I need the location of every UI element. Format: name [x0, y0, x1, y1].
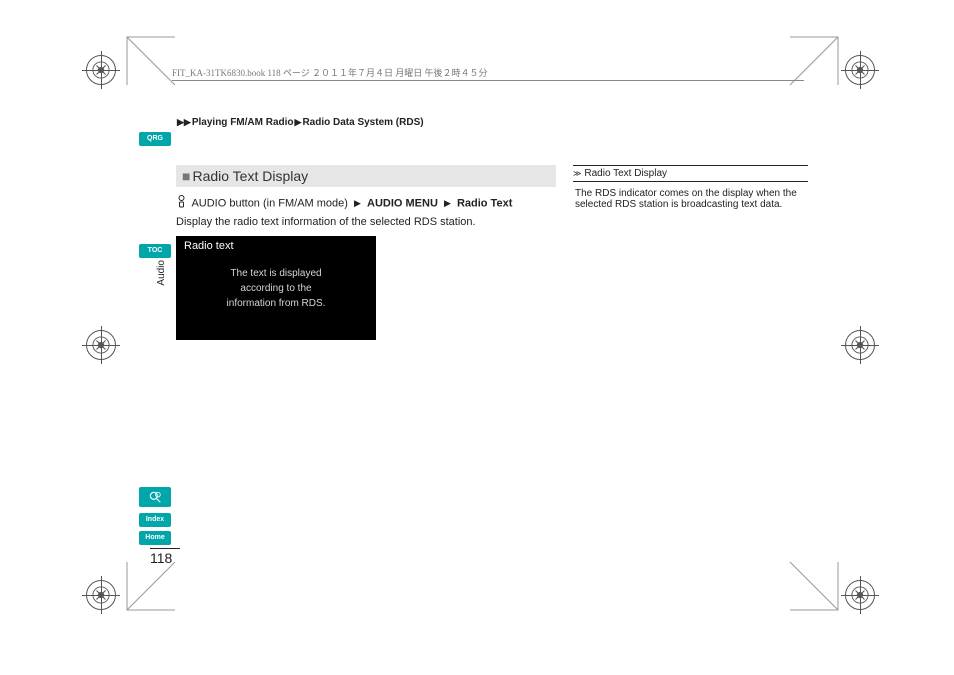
screenshot-body: The text is displayed according to the i… [176, 236, 376, 340]
triangle-icon: ▶ [444, 198, 451, 208]
registration-mark [86, 580, 116, 610]
registration-mark [86, 55, 116, 85]
registration-mark [845, 330, 875, 360]
book-header-strip: FIT_KA-31TK6830.book 118 ページ ２０１１年７月４日 月… [172, 66, 804, 81]
side-tab-home[interactable]: Home [139, 531, 171, 545]
sidebox-title: ≫Radio Text Display [573, 165, 808, 182]
main-content: ■Radio Text Display AUDIO button (in FM/… [176, 165, 556, 340]
registration-mark [845, 55, 875, 85]
side-tab-index[interactable]: Index [139, 513, 171, 527]
crop-mark [125, 560, 177, 612]
manual-page: FIT_KA-31TK6830.book 118 ページ ２０１１年７月４日 月… [0, 0, 954, 675]
step-text: AUDIO button (in FM/AM mode) [191, 197, 348, 209]
page-number: 118 [150, 548, 180, 566]
triangle-icon: ▶ [354, 198, 361, 208]
chevron-icon: ≫ [573, 169, 581, 178]
crop-mark [125, 35, 177, 87]
audio-button-icon [176, 195, 187, 212]
info-sidebox: ≫Radio Text Display The RDS indicator co… [573, 165, 808, 210]
crop-mark [788, 560, 840, 612]
description-text: Display the radio text information of th… [176, 216, 556, 228]
triangle-icon: ▶ [295, 117, 302, 127]
breadcrumb: ▶▶Playing FM/AM Radio▶Radio Data System … [176, 117, 424, 128]
sidebox-title-text: Radio Text Display [584, 168, 667, 179]
device-screenshot: Radio text The text is displayed accordi… [176, 236, 376, 340]
search-icon [148, 490, 162, 504]
square-bullet-icon: ■ [182, 168, 190, 184]
side-tab-toc[interactable]: TOC [139, 244, 171, 258]
breadcrumb-item: Radio Data System (RDS) [302, 117, 423, 128]
step-text-bold: Radio Text [457, 197, 512, 209]
breadcrumb-item: Playing FM/AM Radio [192, 117, 294, 128]
side-tab-search[interactable] [139, 487, 171, 507]
triangle-icon: ▶▶ [177, 117, 191, 127]
step-text-bold: AUDIO MENU [367, 197, 438, 209]
screenshot-line: The text is displayed [230, 266, 321, 281]
side-tab-qrg[interactable]: QRG [139, 132, 171, 146]
registration-mark [845, 580, 875, 610]
section-heading: ■Radio Text Display [176, 165, 556, 187]
screenshot-line: according to the [240, 281, 311, 296]
registration-mark [86, 330, 116, 360]
section-label-audio: Audio [156, 260, 167, 286]
sidebox-body: The RDS indicator comes on the display w… [573, 188, 808, 210]
procedure-steps: AUDIO button (in FM/AM mode) ▶ AUDIO MEN… [176, 195, 556, 212]
section-heading-text: Radio Text Display [192, 168, 308, 184]
screenshot-line: information from RDS. [227, 296, 326, 311]
